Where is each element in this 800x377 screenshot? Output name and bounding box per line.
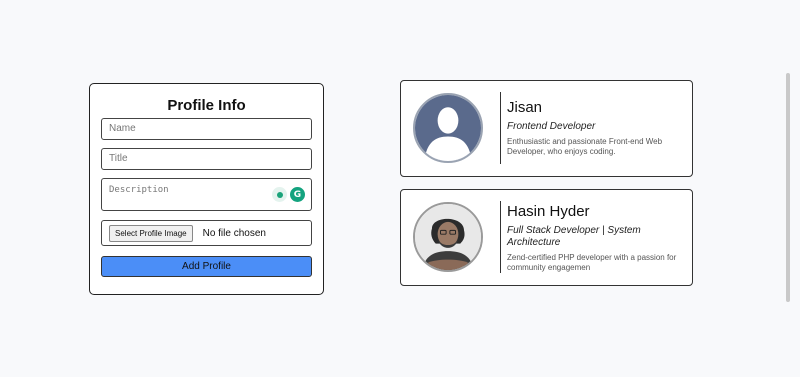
- avatar-photo: [413, 202, 483, 272]
- profile-image-file-input[interactable]: Select Profile Image No file chosen: [101, 220, 312, 246]
- profile-name: Hasin Hyder: [507, 203, 590, 220]
- avatar-placeholder: [413, 93, 483, 163]
- vertical-scrollbar[interactable]: [786, 73, 790, 302]
- file-status-text: No file chosen: [202, 227, 266, 239]
- profile-card: Hasin Hyder Full Stack Developer | Syste…: [400, 189, 693, 286]
- profile-form: Profile Info Name Title Description G Se…: [89, 83, 324, 295]
- profile-role: Full Stack Developer | System Architectu…: [507, 225, 641, 248]
- profile-card: Jisan Frontend Developer Enthusiastic an…: [400, 80, 693, 177]
- lightbulb-icon[interactable]: [272, 187, 287, 202]
- person-silhouette-icon: [415, 95, 481, 161]
- profile-info: Hasin Hyder Full Stack Developer | Syste…: [507, 203, 687, 273]
- textarea-extension-icons: G: [272, 187, 305, 202]
- name-input[interactable]: Name: [101, 118, 312, 140]
- profile-info: Jisan Frontend Developer Enthusiastic an…: [507, 99, 687, 157]
- profile-role: Frontend Developer: [507, 121, 596, 132]
- description-placeholder: Description: [109, 185, 169, 195]
- profile-name: Jisan: [507, 99, 543, 116]
- grammarly-icon[interactable]: G: [290, 187, 305, 202]
- profile-bio: Zend-certified PHP developer with a pass…: [507, 253, 677, 272]
- card-divider: [500, 92, 501, 164]
- card-divider: [500, 201, 501, 273]
- description-textarea[interactable]: Description G: [101, 178, 312, 211]
- profile-bio: Enthusiastic and passionate Front-end We…: [507, 137, 663, 156]
- select-profile-image-button[interactable]: Select Profile Image: [109, 224, 193, 242]
- person-photo-icon: [415, 204, 481, 270]
- add-profile-button[interactable]: Add Profile: [101, 256, 312, 277]
- title-input[interactable]: Title: [101, 148, 312, 170]
- form-title: Profile Info: [167, 97, 246, 114]
